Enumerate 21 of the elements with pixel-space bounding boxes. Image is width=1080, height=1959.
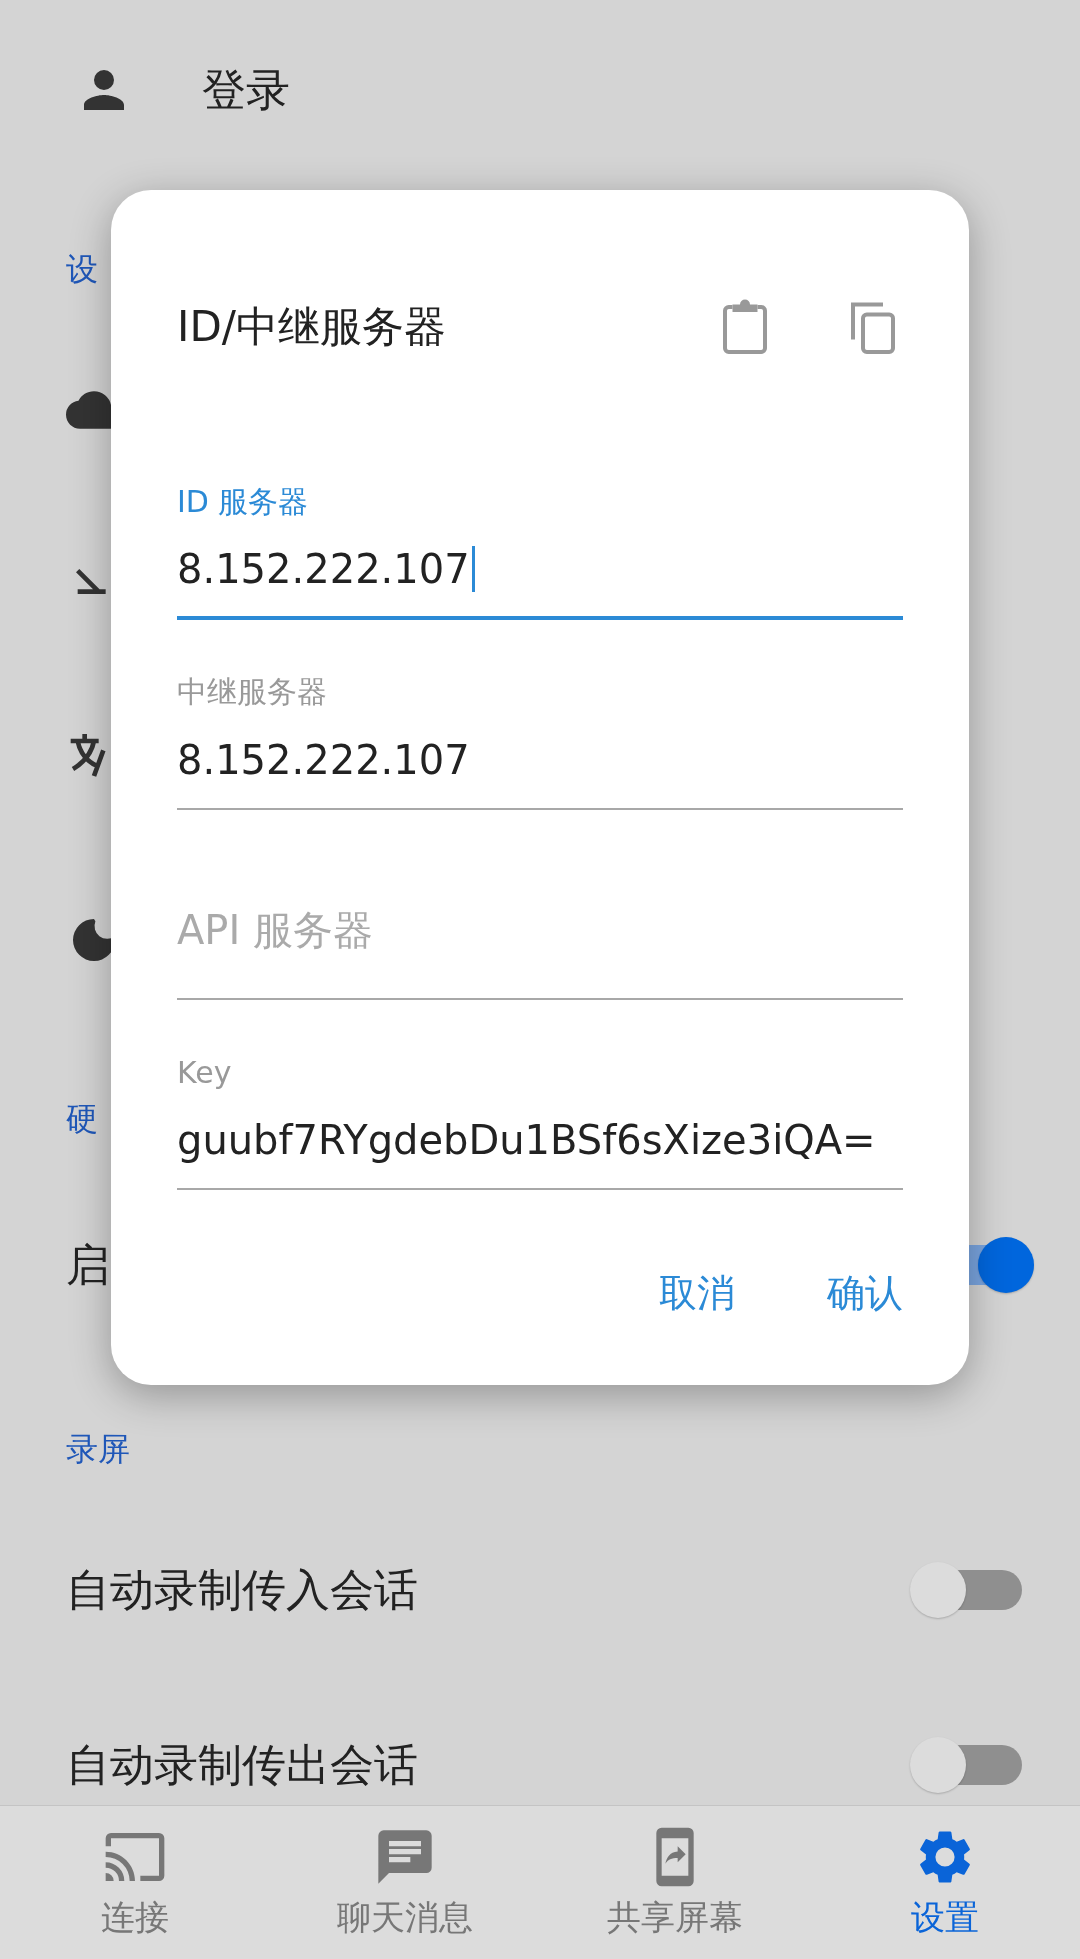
input-field[interactable]: API 服务器: [177, 862, 903, 1000]
section-header: 设: [66, 249, 98, 290]
setting-label: 启: [66, 1237, 110, 1292]
dialog-title: ID/中继服务器: [177, 301, 447, 353]
section-header: 硬: [66, 1099, 98, 1140]
cancel-button[interactable]: 取消: [659, 1258, 735, 1329]
login-label[interactable]: 登录: [202, 60, 290, 120]
field-label: 中继服务器: [177, 672, 328, 711]
setting-label: 自动录制传入会话: [66, 1562, 418, 1617]
input-field[interactable]: 8.152.222.107: [177, 522, 903, 620]
setting-label: 自动录制传出会话: [66, 1737, 418, 1792]
input-field[interactable]: guubf7RYgdebDu1BSf6sXize3iQA=: [177, 1092, 903, 1190]
nav-tab[interactable]: 连接: [0, 1806, 270, 1959]
field-label: Key: [177, 1053, 233, 1092]
input-field[interactable]: 8.152.222.107: [177, 712, 903, 810]
section-header: 录屏: [66, 1429, 130, 1470]
nav-tab[interactable]: 共享屏幕: [540, 1806, 810, 1959]
field-label: ID 服务器: [177, 482, 310, 521]
nav-tab[interactable]: 聊天消息: [270, 1806, 540, 1959]
nav-tab[interactable]: 设置: [810, 1806, 1080, 1959]
confirm-button[interactable]: 确认: [827, 1258, 903, 1329]
